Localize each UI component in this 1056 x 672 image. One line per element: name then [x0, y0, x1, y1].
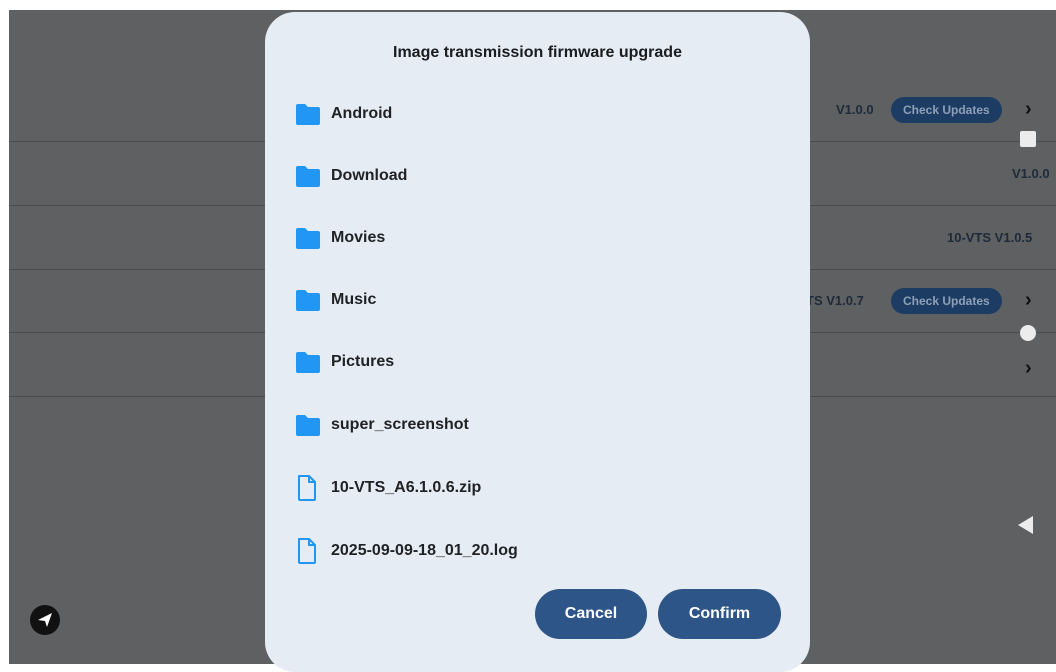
version-text: 10-VTS V1.0.5: [947, 230, 1033, 245]
check-updates-button[interactable]: Check Updates: [891, 97, 1002, 123]
version-text: TS V1.0.7: [806, 293, 864, 308]
file-icon: [298, 475, 316, 501]
item-label: Music: [331, 291, 377, 308]
folder-icon: [296, 415, 320, 436]
list-item-pictures[interactable]: Pictures: [295, 342, 775, 382]
chevron-right-icon[interactable]: ›: [1025, 269, 1032, 332]
folder-icon: [296, 228, 320, 249]
firmware-upgrade-dialog: Image transmission firmware upgrade Andr…: [265, 12, 810, 672]
folder-icon: [296, 104, 320, 125]
version-text: V1.0.0: [1012, 166, 1050, 181]
item-label: Android: [331, 105, 393, 122]
send-icon: [38, 613, 52, 627]
folder-icon: [296, 290, 320, 311]
confirm-button[interactable]: Confirm: [658, 589, 781, 639]
list-item-movies[interactable]: Movies: [295, 218, 775, 258]
send-float-button[interactable]: [30, 605, 60, 635]
list-item-zip-file[interactable]: 10-VTS_A6.1.0.6.zip: [295, 468, 775, 508]
item-label: super_screenshot: [331, 416, 469, 433]
home-nav-icon[interactable]: [1020, 325, 1036, 341]
item-label: 2025-09-09-18_01_20.log: [331, 542, 518, 559]
back-nav-icon[interactable]: [1018, 516, 1033, 534]
folder-icon: [296, 352, 320, 373]
list-item-log-file[interactable]: 2025-09-09-18_01_20.log: [295, 531, 775, 571]
item-label: Movies: [331, 229, 386, 246]
folder-icon: [296, 166, 320, 187]
file-list[interactable]: Android Download Movies Music Pictures s…: [265, 82, 810, 572]
item-label: Download: [331, 167, 408, 184]
chevron-right-icon[interactable]: ›: [1025, 337, 1032, 400]
version-text: V1.0.0: [836, 102, 874, 117]
cancel-button[interactable]: Cancel: [535, 589, 647, 639]
list-item-music[interactable]: Music: [295, 280, 775, 320]
list-item-super-screenshot[interactable]: super_screenshot: [295, 405, 775, 445]
item-label: Pictures: [331, 353, 395, 370]
check-updates-button[interactable]: Check Updates: [891, 288, 1002, 314]
dialog-title: Image transmission firmware upgrade: [393, 44, 682, 61]
recents-nav-icon[interactable]: [1020, 131, 1036, 147]
file-icon: [298, 538, 316, 564]
list-item-android[interactable]: Android: [295, 94, 775, 134]
item-label: 10-VTS_A6.1.0.6.zip: [331, 479, 482, 496]
list-item-download[interactable]: Download: [295, 156, 775, 196]
